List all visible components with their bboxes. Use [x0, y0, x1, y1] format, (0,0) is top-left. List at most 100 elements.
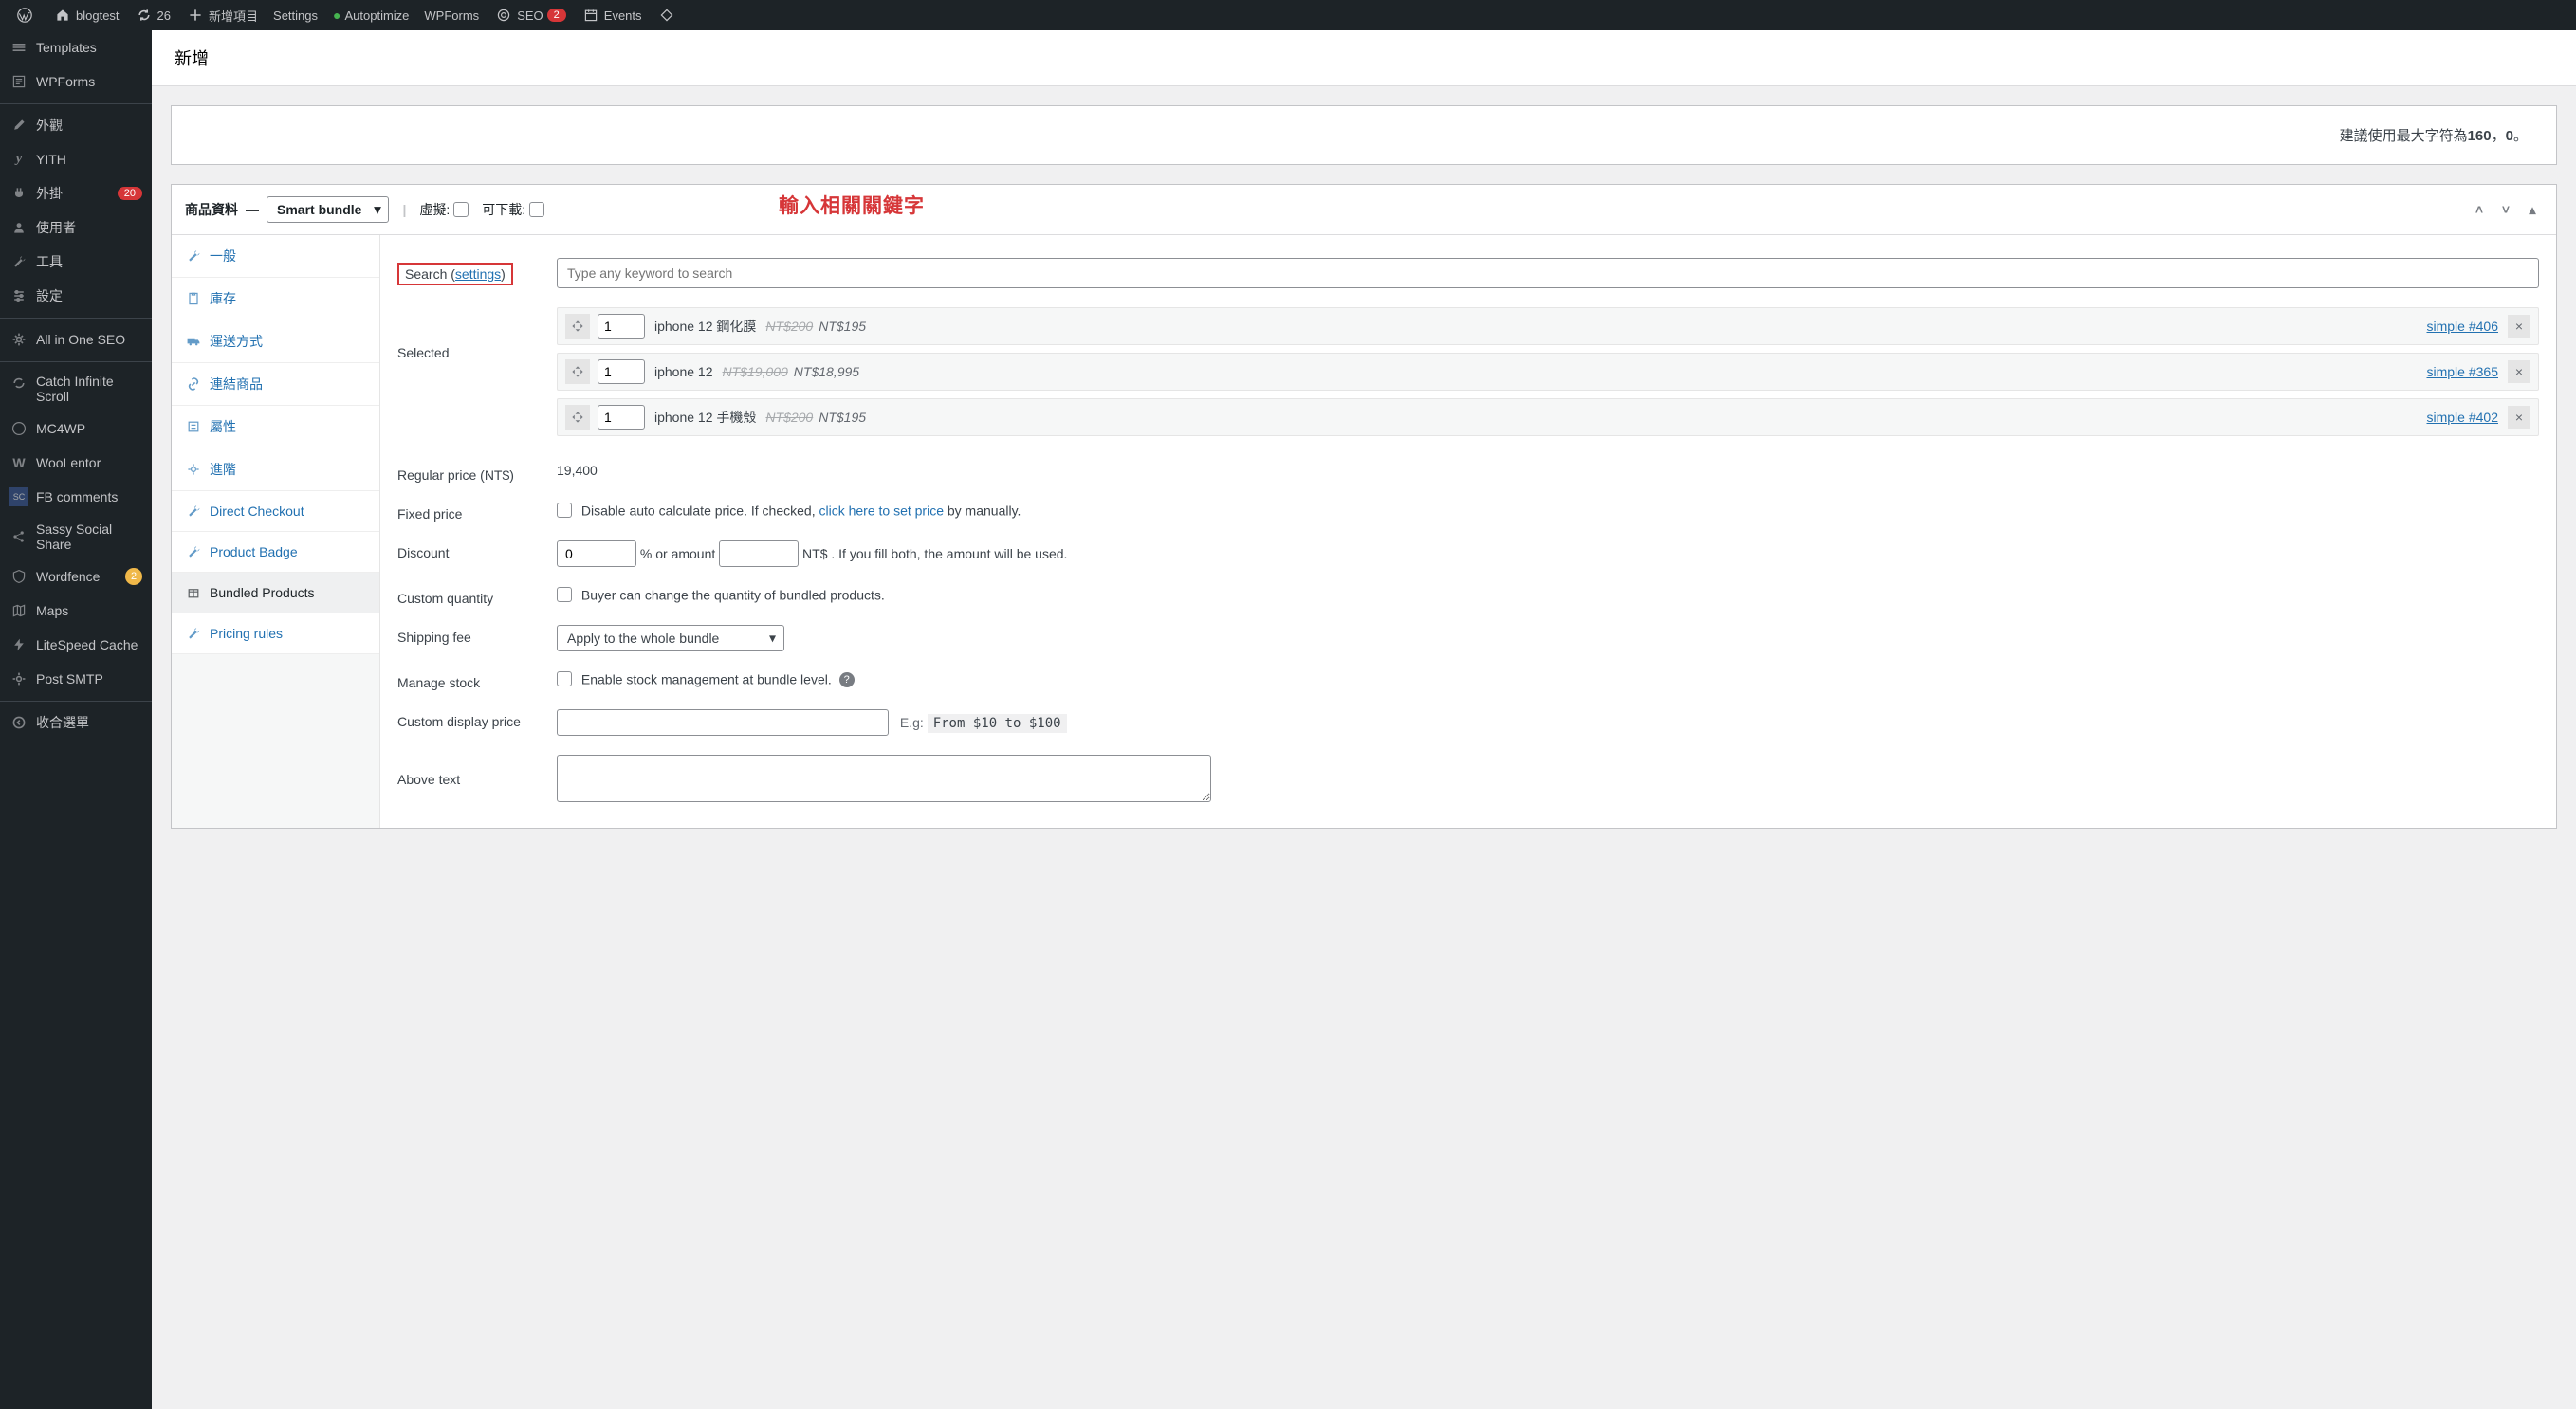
- fixed-price-label: Fixed price: [397, 502, 557, 522]
- sidebar-item-label: WPForms: [36, 74, 142, 89]
- manage-stock-checkbox[interactable]: [557, 671, 572, 686]
- sidebar-item-plugins[interactable]: 外掛20: [0, 176, 152, 210]
- sidebar-item-mc4wp[interactable]: MC4WP: [0, 412, 152, 446]
- drag-handle[interactable]: [565, 359, 590, 384]
- wp-logo[interactable]: [8, 0, 46, 30]
- qty-input[interactable]: [598, 405, 645, 430]
- home-icon: [53, 6, 72, 25]
- sidebar-item-woolentor[interactable]: WWooLentor: [0, 446, 152, 480]
- remove-button[interactable]: ×: [2508, 406, 2530, 429]
- sidebar-item-label: 收合選單: [36, 713, 142, 732]
- tab-product-badge[interactable]: Product Badge: [172, 532, 379, 573]
- qty-input[interactable]: [598, 359, 645, 384]
- sidebar-collapse[interactable]: 收合選單: [0, 701, 152, 740]
- sidebar-item-fbcomments[interactable]: SCFB comments: [0, 480, 152, 514]
- custom-qty-label: Custom quantity: [397, 586, 557, 606]
- diamond-menu[interactable]: [650, 0, 688, 30]
- tab-attributes[interactable]: 屬性: [172, 406, 379, 448]
- custom-display-label: Custom display price: [397, 709, 557, 729]
- custom-qty-text: Buyer can change the quantity of bundled…: [581, 587, 885, 602]
- sidebar-item-catch[interactable]: Catch Infinite Scroll: [0, 361, 152, 412]
- tab-general[interactable]: 一般: [172, 235, 379, 278]
- wpforms-link[interactable]: WPForms: [416, 0, 487, 30]
- help-icon[interactable]: ?: [839, 672, 855, 687]
- toggle-button[interactable]: ▴: [2522, 199, 2543, 220]
- settings-link[interactable]: Settings: [266, 0, 325, 30]
- seo-link[interactable]: SEO2: [487, 0, 574, 30]
- tab-bundled-products[interactable]: Bundled Products: [172, 573, 379, 613]
- wrench-icon: [185, 543, 202, 560]
- site-link[interactable]: blogtest: [46, 0, 127, 30]
- seo-badge: 2: [547, 9, 566, 22]
- sidebar-item-maps[interactable]: Maps: [0, 594, 152, 628]
- sidebar-item-yith[interactable]: yYITH: [0, 142, 152, 176]
- sidebar-item-postsmtp[interactable]: Post SMTP: [0, 662, 152, 696]
- settings-link[interactable]: settings: [455, 266, 501, 282]
- bundled-fields: Search (settings) Selected: [380, 235, 2556, 828]
- discount-label: Discount: [397, 540, 557, 560]
- product-link[interactable]: simple #406: [2427, 319, 2499, 334]
- updates[interactable]: 26: [127, 0, 178, 30]
- sidebar-item-tools[interactable]: 工具: [0, 245, 152, 279]
- bundled-search-input[interactable]: [557, 258, 2539, 288]
- sliders-icon: [9, 286, 28, 305]
- panel-title: 商品資料: [185, 200, 238, 219]
- dash: —: [246, 202, 259, 217]
- clipboard-icon: [185, 290, 202, 307]
- sidebar-item-sassy[interactable]: Sassy Social Share: [0, 514, 152, 559]
- qty-input[interactable]: [598, 314, 645, 339]
- downloadable-checkbox[interactable]: [529, 202, 544, 217]
- move-up-button[interactable]: ˄: [2469, 199, 2490, 220]
- custom-display-input[interactable]: [557, 709, 889, 736]
- item-name: iphone 12 手機殼: [654, 408, 756, 427]
- wordfence-badge: 2: [125, 568, 142, 585]
- map-icon: [9, 601, 28, 620]
- selected-label: Selected: [397, 307, 557, 360]
- sidebar-item-users[interactable]: 使用者: [0, 210, 152, 245]
- set-price-link[interactable]: click here to set price: [819, 503, 944, 518]
- fixed-price-text: Disable auto calculate price.: [581, 503, 747, 518]
- custom-qty-checkbox[interactable]: [557, 587, 572, 602]
- autoptimize-link[interactable]: ●Autoptimize: [325, 0, 416, 30]
- product-type-select[interactable]: Smart bundle ▾: [267, 196, 389, 223]
- link-icon: [185, 375, 202, 393]
- sidebar-item-aioseo[interactable]: All in One SEO: [0, 318, 152, 357]
- manage-stock-text: Enable stock management at bundle level.: [581, 671, 832, 686]
- tab-shipping[interactable]: 運送方式: [172, 320, 379, 363]
- virtual-checkbox[interactable]: [453, 202, 469, 217]
- wrench-icon: [185, 247, 202, 265]
- sidebar-item-settings[interactable]: 設定: [0, 279, 152, 313]
- gear-icon: [9, 330, 28, 349]
- tab-inventory[interactable]: 庫存: [172, 278, 379, 320]
- fixed-price-checkbox[interactable]: [557, 503, 572, 518]
- sidebar-item-appearance[interactable]: 外觀: [0, 103, 152, 142]
- tab-linked[interactable]: 連結商品: [172, 363, 379, 406]
- tab-direct-checkout[interactable]: Direct Checkout: [172, 491, 379, 532]
- search-label-box: Search (settings): [397, 263, 513, 285]
- diamond-icon: [657, 6, 676, 25]
- new-item[interactable]: 新增項目: [178, 0, 266, 30]
- tab-pricing-rules[interactable]: Pricing rules: [172, 613, 379, 654]
- above-text-textarea[interactable]: [557, 755, 1211, 802]
- sidebar-item-wordfence[interactable]: Wordfence2: [0, 559, 152, 594]
- product-link[interactable]: simple #365: [2427, 364, 2499, 379]
- product-link[interactable]: simple #402: [2427, 410, 2499, 425]
- tab-label: 運送方式: [210, 332, 263, 351]
- sidebar-item-label: Templates: [36, 40, 142, 55]
- discount-percent-input[interactable]: [557, 540, 636, 567]
- drag-handle[interactable]: [565, 314, 590, 339]
- sidebar-item-wpforms[interactable]: WPForms: [0, 64, 152, 99]
- remove-button[interactable]: ×: [2508, 360, 2530, 383]
- shipping-select[interactable]: Apply to the whole bundle ▾: [557, 625, 784, 651]
- discount-amount-input[interactable]: [719, 540, 799, 567]
- site-name: blogtest: [76, 9, 120, 23]
- price-new: NT$195: [819, 410, 866, 425]
- drag-handle[interactable]: [565, 405, 590, 430]
- remove-button[interactable]: ×: [2508, 315, 2530, 338]
- events-link[interactable]: Events: [574, 0, 650, 30]
- move-down-button[interactable]: ˅: [2495, 199, 2516, 220]
- tab-advanced[interactable]: 進階: [172, 448, 379, 491]
- plugins-badge: 20: [118, 187, 142, 200]
- sidebar-item-litespeed[interactable]: LiteSpeed Cache: [0, 628, 152, 662]
- sidebar-item-templates[interactable]: Templates: [0, 30, 152, 64]
